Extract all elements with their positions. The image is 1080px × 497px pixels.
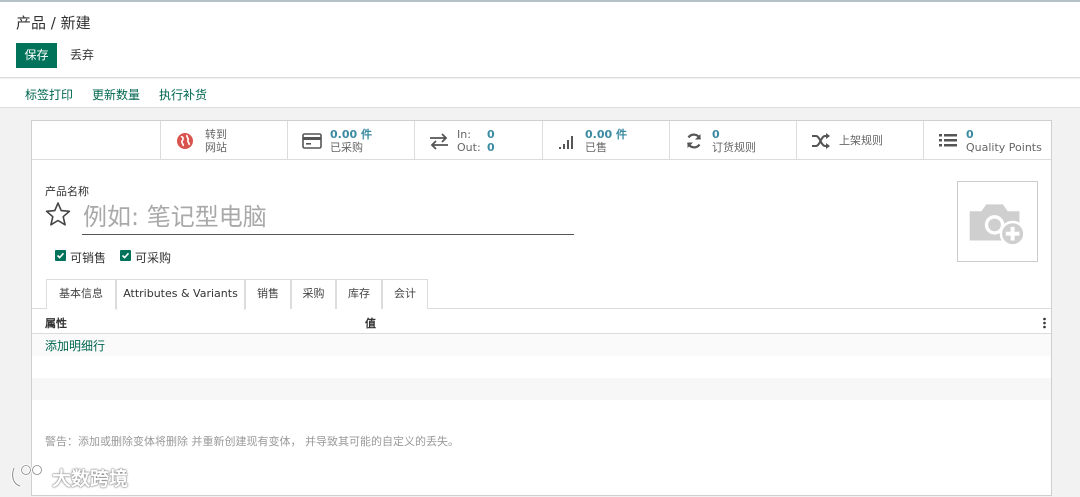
update-quantity-button[interactable]: 更新数量 [92, 86, 140, 103]
sold-label: 已售 [585, 141, 607, 154]
sold-value: 0.00 件 [585, 128, 627, 141]
go-to-website-button[interactable]: 转到 网站 [160, 121, 287, 160]
putaway-label: 上架规则 [839, 134, 883, 147]
in-label: In: [457, 128, 471, 141]
tab-general-info[interactable]: 基本信息 [46, 279, 116, 309]
camera-plus-icon [969, 204, 1026, 247]
website-line1: 转到 [205, 128, 227, 141]
column-options-icon[interactable] [1043, 317, 1046, 329]
status-bar: 标签打印 更新数量 执行补货 [0, 79, 1080, 108]
smart-buttons-row: 转到 网站 0.00 件 已采购 In: 0 Out: 0 0.00 件 已售 … [32, 121, 1051, 160]
table-row [32, 378, 1051, 400]
putaway-rules-button[interactable]: 上架规则 [796, 121, 923, 160]
purchased-value: 0.00 件 [330, 128, 372, 141]
replenish-button[interactable]: 执行补货 [159, 86, 207, 103]
tab-attributes-variants[interactable]: Attributes & Variants [116, 279, 245, 310]
reordering-rules-button[interactable]: 0 订货规则 [669, 121, 796, 160]
star-icon[interactable] [45, 201, 71, 227]
checkbox-checked[interactable] [120, 250, 131, 261]
discard-button[interactable]: 丢弃 [64, 43, 100, 68]
product-name-label: 产品名称 [45, 185, 89, 198]
save-button[interactable]: 保存 [16, 43, 57, 68]
website-line2: 网站 [205, 141, 227, 154]
column-header-attribute[interactable]: 属性 [45, 315, 67, 331]
add-line-link[interactable]: 添加明细行 [45, 337, 105, 354]
table-row [32, 334, 1051, 356]
breadcrumb[interactable]: 产品 / 新建 [16, 12, 91, 33]
can-be-purchased-label: 可采购 [135, 251, 172, 265]
form-sheet: 转到 网站 0.00 件 已采购 In: 0 Out: 0 0.00 件 已售 … [31, 120, 1052, 496]
print-labels-button[interactable]: 标签打印 [25, 86, 73, 103]
tab-inventory[interactable]: 库存 [336, 279, 382, 309]
tab-sales[interactable]: 销售 [245, 279, 291, 309]
credit-card-icon [302, 133, 322, 149]
in-value: 0 [487, 128, 495, 141]
quality-points-button[interactable]: 0 Quality Points [923, 121, 1051, 160]
checkbox-checked[interactable] [55, 250, 66, 261]
in-out-button[interactable]: In: 0 Out: 0 [414, 121, 542, 160]
can-be-sold-label: 可销售 [70, 251, 107, 265]
list-icon [939, 134, 957, 147]
reorder-value: 0 [712, 128, 720, 141]
purchased-label: 已采购 [330, 141, 363, 154]
column-header-value[interactable]: 值 [365, 315, 376, 331]
out-label: Out: [457, 141, 481, 154]
refresh-icon [686, 133, 702, 149]
exchange-icon [430, 133, 448, 150]
check-icon [56, 252, 65, 259]
variants-warning: 警告：添加或删除变体将删除 并重新创建现有变体， 并导致其可能的自定义的丢失。 [45, 435, 459, 448]
sold-button[interactable]: 0.00 件 已售 [542, 121, 669, 160]
tab-accounting[interactable]: 会计 [382, 279, 428, 309]
purchased-button[interactable]: 0.00 件 已采购 [287, 121, 414, 160]
control-panel: 产品 / 新建 保存 丢弃 [0, 2, 1080, 78]
globe-icon [177, 133, 193, 149]
product-image-upload[interactable] [957, 181, 1038, 262]
random-icon [812, 133, 830, 149]
quality-value: 0 [966, 128, 974, 141]
reorder-label: 订货规则 [712, 141, 756, 154]
out-value: 0 [487, 141, 495, 154]
watermark-text: 大数跨境 [52, 468, 129, 490]
watermark-icon [11, 464, 43, 488]
quality-label: Quality Points [966, 141, 1042, 154]
watermark-logo: 大数跨境 [10, 462, 128, 490]
signal-bars-icon [559, 136, 573, 149]
check-icon [121, 252, 130, 259]
tab-purchase[interactable]: 采购 [291, 279, 336, 309]
product-name-input[interactable] [82, 199, 574, 235]
